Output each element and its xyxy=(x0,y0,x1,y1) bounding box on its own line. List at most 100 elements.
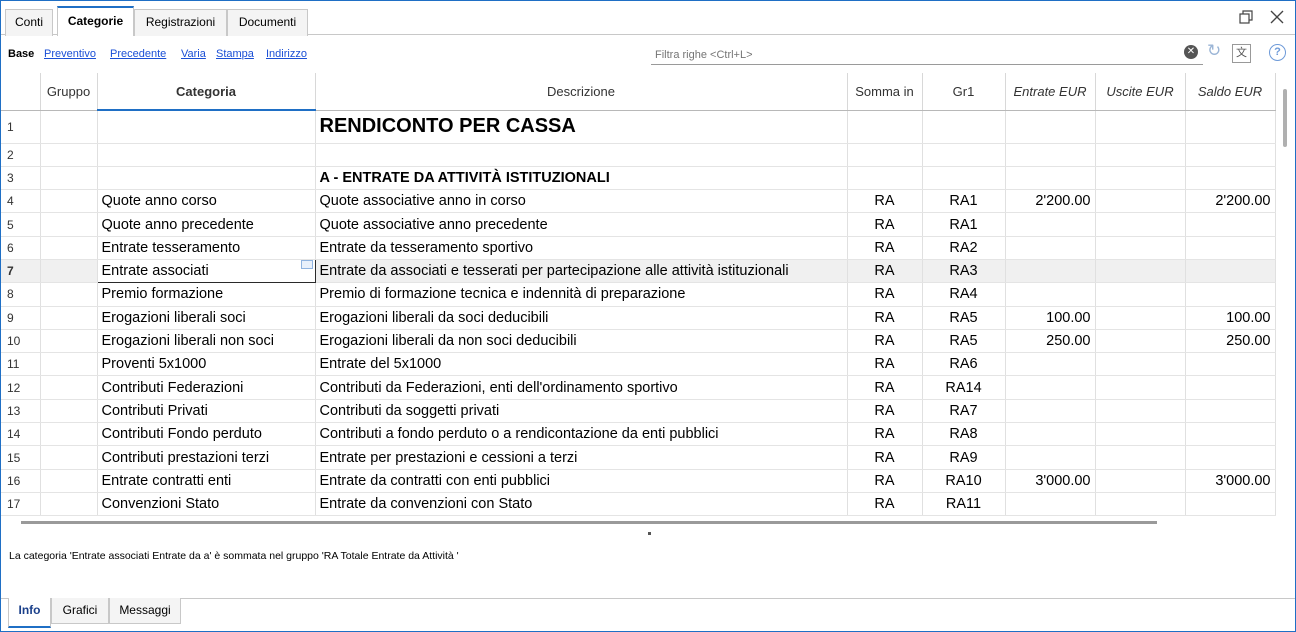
tab-grafici[interactable]: Grafici xyxy=(51,598,109,624)
table-row[interactable]: 14 Contributi Fondo perduto Contributi a f… xyxy=(1,422,1276,447)
cell-gr1[interactable]: RA11 xyxy=(922,492,1006,517)
cell-descrizione[interactable]: Entrate da tesseramento sportivo xyxy=(315,236,848,260)
cell-entrate[interactable] xyxy=(1005,422,1096,447)
cell-entrate[interactable]: 100.00 xyxy=(1005,306,1096,330)
cell-gr1[interactable]: RA7 xyxy=(922,399,1006,424)
table-row[interactable]: 3 A - ENTRATE DA ATTIVITÀ ISTITUZIONALI xyxy=(1,166,1276,191)
cell-gr1[interactable]: RA9 xyxy=(922,445,1006,470)
cell-gr1[interactable] xyxy=(922,166,1006,191)
cell-gr1[interactable]: RA4 xyxy=(922,282,1006,307)
header-uscite-eur[interactable]: Uscite EUR xyxy=(1095,73,1186,111)
cell-descrizione[interactable]: A - ENTRATE DA ATTIVITÀ ISTITUZIONALI xyxy=(315,166,848,191)
cell-descrizione[interactable]: Premio di formazione tecnica e indennità… xyxy=(315,282,848,307)
cell-descrizione[interactable]: Erogazioni liberali da non soci deducibi… xyxy=(315,329,848,354)
cell-somma-in[interactable] xyxy=(847,110,923,144)
view-preventivo[interactable]: Preventivo xyxy=(44,48,96,60)
table-row[interactable]: 15 Contributi prestazioni terzi Entrate pe… xyxy=(1,445,1276,470)
table-row[interactable]: 17 Convenzioni Stato Entrate da convenzion… xyxy=(1,492,1276,517)
cell-descrizione[interactable] xyxy=(315,143,848,167)
cell-entrate[interactable] xyxy=(1005,143,1096,167)
table-row[interactable]: 1 RENDICONTO PER CASSA xyxy=(1,110,1276,144)
cell-gruppo[interactable] xyxy=(40,189,98,214)
cell-saldo[interactable] xyxy=(1185,399,1276,424)
cell-entrate[interactable] xyxy=(1005,282,1096,307)
cell-uscite[interactable] xyxy=(1095,259,1186,284)
cell-gruppo[interactable] xyxy=(40,236,98,260)
cell-somma-in[interactable]: RA xyxy=(847,282,923,307)
cell-gr1[interactable]: RA14 xyxy=(922,375,1006,400)
view-varia[interactable]: Varia xyxy=(181,48,206,60)
cell-gruppo[interactable] xyxy=(40,352,98,377)
cell-saldo[interactable] xyxy=(1185,259,1276,284)
cell-categoria[interactable]: Convenzioni Stato xyxy=(97,492,316,517)
cell-entrate[interactable] xyxy=(1005,492,1096,517)
cell-uscite[interactable] xyxy=(1095,143,1186,167)
tab-messaggi[interactable]: Messaggi xyxy=(109,598,181,624)
cell-uscite[interactable] xyxy=(1095,422,1186,447)
cell-saldo[interactable] xyxy=(1185,445,1276,470)
cell-entrate[interactable] xyxy=(1005,352,1096,377)
table-row[interactable]: 9 Erogazioni liberali soci Erogazioni libe… xyxy=(1,306,1276,330)
cell-somma-in[interactable]: RA xyxy=(847,492,923,517)
cell-gruppo[interactable] xyxy=(40,306,98,330)
cell-descrizione[interactable]: Contributi da Federazioni, enti dell'ord… xyxy=(315,375,848,400)
cell-entrate[interactable]: 250.00 xyxy=(1005,329,1096,354)
cell-gruppo[interactable] xyxy=(40,399,98,424)
filter-rows-input[interactable] xyxy=(651,46,1171,64)
cell-gr1[interactable]: RA6 xyxy=(922,352,1006,377)
cell-uscite[interactable] xyxy=(1095,375,1186,400)
vertical-scrollbar[interactable] xyxy=(1283,89,1287,147)
cell-somma-in[interactable]: RA xyxy=(847,469,923,493)
cell-somma-in[interactable]: RA xyxy=(847,352,923,377)
table-row[interactable]: 16 Entrate contratti enti Entrate da contr… xyxy=(1,469,1276,493)
table-row[interactable]: 13 Contributi Privati Contributi da sogget… xyxy=(1,399,1276,424)
clear-filter-icon[interactable]: ✕ xyxy=(1184,45,1198,59)
cell-gruppo[interactable] xyxy=(40,166,98,191)
cell-somma-in[interactable]: RA xyxy=(847,445,923,470)
cell-categoria[interactable]: Entrate contratti enti xyxy=(97,469,316,493)
cell-somma-in[interactable]: RA xyxy=(847,375,923,400)
cell-entrate[interactable]: 2'200.00 xyxy=(1005,189,1096,214)
cell-entrate[interactable] xyxy=(1005,212,1096,237)
cell-categoria[interactable]: Contributi Fondo perduto xyxy=(97,422,316,447)
cell-entrate[interactable] xyxy=(1005,375,1096,400)
cell-descrizione[interactable]: Contributi a fondo perduto o a rendicont… xyxy=(315,422,848,447)
cell-gruppo[interactable] xyxy=(40,329,98,354)
cell-somma-in[interactable]: RA xyxy=(847,422,923,447)
cell-saldo[interactable]: 3'000.00 xyxy=(1185,469,1276,493)
cell-categoria[interactable] xyxy=(97,143,316,167)
table-row[interactable]: 2 xyxy=(1,143,1276,167)
cell-categoria[interactable]: Contributi Privati xyxy=(97,399,316,424)
cell-categoria[interactable]: Contributi prestazioni terzi xyxy=(97,445,316,470)
cell-saldo[interactable] xyxy=(1185,492,1276,517)
cell-somma-in[interactable] xyxy=(847,143,923,167)
cell-somma-in[interactable]: RA xyxy=(847,236,923,260)
header-somma-in[interactable]: Somma in xyxy=(847,73,923,111)
cell-gruppo[interactable] xyxy=(40,492,98,517)
cell-somma-in[interactable] xyxy=(847,166,923,191)
cell-descrizione[interactable]: Entrate da convenzioni con Stato xyxy=(315,492,848,517)
help-icon[interactable]: ? xyxy=(1269,44,1286,61)
cell-uscite[interactable] xyxy=(1095,329,1186,354)
view-precedente[interactable]: Precedente xyxy=(110,48,166,60)
cell-uscite[interactable] xyxy=(1095,189,1186,214)
cell-uscite[interactable] xyxy=(1095,282,1186,307)
cell-entrate[interactable] xyxy=(1005,259,1096,284)
cell-gruppo[interactable] xyxy=(40,212,98,237)
cell-descrizione[interactable]: Entrate del 5x1000 xyxy=(315,352,848,377)
cell-saldo[interactable]: 250.00 xyxy=(1185,329,1276,354)
cell-categoria[interactable] xyxy=(97,166,316,191)
cell-descrizione[interactable]: Quote associative anno precedente xyxy=(315,212,848,237)
cell-gr1[interactable] xyxy=(922,143,1006,167)
tab-info[interactable]: Info xyxy=(8,598,51,628)
header-entrate-eur[interactable]: Entrate EUR xyxy=(1005,73,1096,111)
cell-gr1[interactable]: RA8 xyxy=(922,422,1006,447)
cell-uscite[interactable] xyxy=(1095,236,1186,260)
view-base[interactable]: Base xyxy=(8,48,34,60)
cell-categoria[interactable]: Quote anno corso xyxy=(97,189,316,214)
cell-gr1[interactable]: RA10 xyxy=(922,469,1006,493)
cell-saldo[interactable] xyxy=(1185,422,1276,447)
tab-conti[interactable]: Conti xyxy=(5,9,53,36)
cell-gruppo[interactable] xyxy=(40,469,98,493)
cell-gruppo[interactable] xyxy=(40,422,98,447)
